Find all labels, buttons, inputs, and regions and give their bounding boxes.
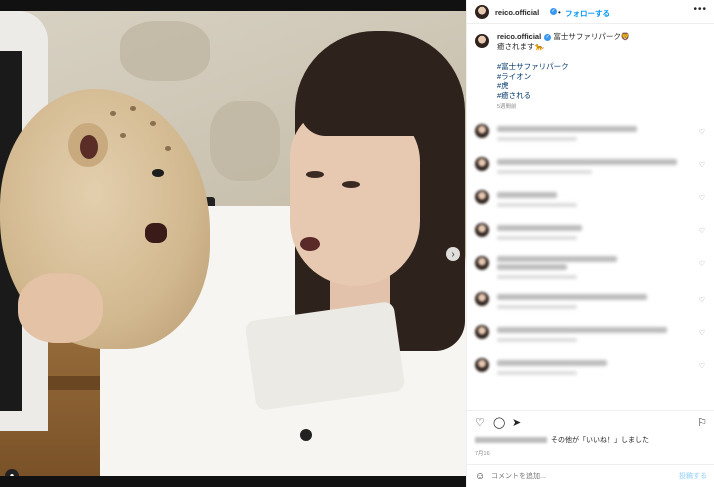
cub-eye: [152, 169, 164, 177]
comment-like-heart-icon[interactable]: ♡: [699, 260, 705, 268]
hashtag-list: #富士サファリパーク #ライオン #虎 #癒される: [497, 62, 569, 100]
likes-summary[interactable]: その他が「いいね！」しました: [475, 435, 649, 445]
user-tag-icon[interactable]: ●: [5, 469, 19, 476]
comment-like-heart-icon[interactable]: ♡: [699, 362, 705, 370]
comment-text-blurred: [497, 126, 637, 132]
hashtag-link[interactable]: #富士サファリパーク: [497, 62, 569, 72]
caption-username[interactable]: reico.official: [497, 32, 541, 41]
hashtag-link[interactable]: #癒される: [497, 91, 569, 101]
caption-time: 5週間前: [497, 104, 517, 110]
save-bookmark-icon[interactable]: ⚐: [697, 416, 707, 429]
hashtag-link[interactable]: #虎: [497, 81, 569, 91]
comment-avatar[interactable]: [475, 256, 489, 270]
comment-text-blurred: [497, 294, 647, 300]
list-item: ♡: [475, 254, 707, 286]
cub-mouth: [145, 223, 167, 243]
photo-rock: [120, 21, 210, 81]
comment-avatar[interactable]: [475, 124, 489, 138]
list-item: ♡: [475, 290, 707, 322]
photo-eye: [306, 171, 324, 178]
emoji-icon[interactable]: ☺: [475, 471, 485, 482]
liker-name-blurred: [475, 437, 547, 444]
comment-text-blurred: [497, 225, 582, 231]
comment-avatar[interactable]: [475, 223, 489, 237]
caption-line-2: 癒されます🐆: [497, 41, 544, 51]
cub-ear-inner: [80, 135, 98, 159]
likes-text: その他が「いいね！」しました: [551, 437, 649, 444]
list-item: ♡: [475, 323, 707, 355]
hashtag-link[interactable]: #ライオン: [497, 72, 569, 82]
comment-meta-blurred: [497, 338, 577, 342]
post-header: reico.official ✓ • フォローする •••: [467, 0, 714, 24]
comment-text-blurred: [497, 327, 667, 333]
comment-like-heart-icon[interactable]: ♡: [699, 227, 705, 235]
comment-like-heart-icon[interactable]: ♡: [699, 329, 705, 337]
comment-input[interactable]: [491, 469, 661, 483]
comment-meta-blurred: [497, 203, 577, 207]
comment-avatar[interactable]: [475, 157, 489, 171]
comment-avatar[interactable]: [475, 190, 489, 204]
list-item: ♡: [475, 122, 707, 154]
cub-spot: [120, 133, 126, 138]
comment-text-blurred: [497, 264, 567, 270]
comment-like-heart-icon[interactable]: ♡: [699, 161, 705, 169]
comment-meta-blurred: [497, 305, 577, 309]
list-item: ♡: [475, 155, 707, 187]
photo-rock: [210, 101, 280, 181]
comment-text-blurred: [497, 159, 677, 165]
comment-meta-blurred: [497, 137, 577, 141]
post-date: 7月16: [475, 451, 490, 457]
verified-badge-icon: ✓: [550, 8, 557, 15]
next-photo-chevron-icon[interactable]: ›: [446, 247, 460, 261]
photo-eye: [342, 181, 360, 188]
cub-spot: [110, 111, 116, 116]
cub-spot: [165, 146, 171, 151]
comment-meta-blurred: [497, 275, 577, 279]
more-options-icon[interactable]: •••: [693, 4, 707, 15]
post-action-bar: ♡ ◯ ➤ ⚐: [467, 410, 714, 432]
comment-text-blurred: [497, 256, 617, 262]
header-username[interactable]: reico.official: [495, 8, 539, 17]
post-side-panel: reico.official ✓ • フォローする ••• reico.offi…: [466, 0, 714, 487]
comment-like-heart-icon[interactable]: ♡: [699, 128, 705, 136]
comment-like-heart-icon[interactable]: ♡: [699, 194, 705, 202]
photo-shirt-button: [300, 429, 312, 441]
post-photo[interactable]: › ●: [0, 11, 466, 476]
comment-avatar[interactable]: [475, 292, 489, 306]
comment-text-blurred: [497, 192, 557, 198]
photo-mouth: [300, 237, 320, 251]
comment-meta-blurred: [497, 371, 577, 375]
caption: reico.official ✓ 富士サファリパーク🦁 癒されます🐆: [475, 32, 709, 51]
cub-spot: [130, 106, 136, 111]
list-item: ♡: [475, 188, 707, 220]
photo-hand: [18, 273, 103, 343]
verified-badge-icon: ✓: [544, 33, 552, 41]
bottom-letterbox: [0, 476, 466, 487]
caption-line-1: 富士サファリパーク🦁: [553, 32, 631, 41]
post-comment-button[interactable]: 投稿する: [679, 471, 707, 481]
comment-bubble-icon[interactable]: ◯: [493, 416, 505, 429]
list-item: ♡: [475, 356, 707, 388]
like-heart-icon[interactable]: ♡: [475, 416, 485, 429]
avatar[interactable]: [475, 5, 489, 19]
comment-like-heart-icon[interactable]: ♡: [699, 296, 705, 304]
comment-avatar[interactable]: [475, 358, 489, 372]
comment-text-blurred: [497, 360, 607, 366]
comment-meta-blurred: [497, 170, 592, 174]
dot-separator: •: [558, 8, 561, 17]
list-item: ♡: [475, 221, 707, 253]
follow-button[interactable]: フォローする: [565, 8, 610, 19]
comment-box: ☺ 投稿する: [467, 464, 714, 487]
comment-meta-blurred: [497, 236, 577, 240]
comment-list: ♡ ♡ ♡ ♡ ♡ ♡ ♡ ♡: [467, 118, 714, 408]
comment-avatar[interactable]: [475, 325, 489, 339]
cub-spot: [150, 121, 156, 126]
share-send-icon[interactable]: ➤: [512, 416, 521, 429]
